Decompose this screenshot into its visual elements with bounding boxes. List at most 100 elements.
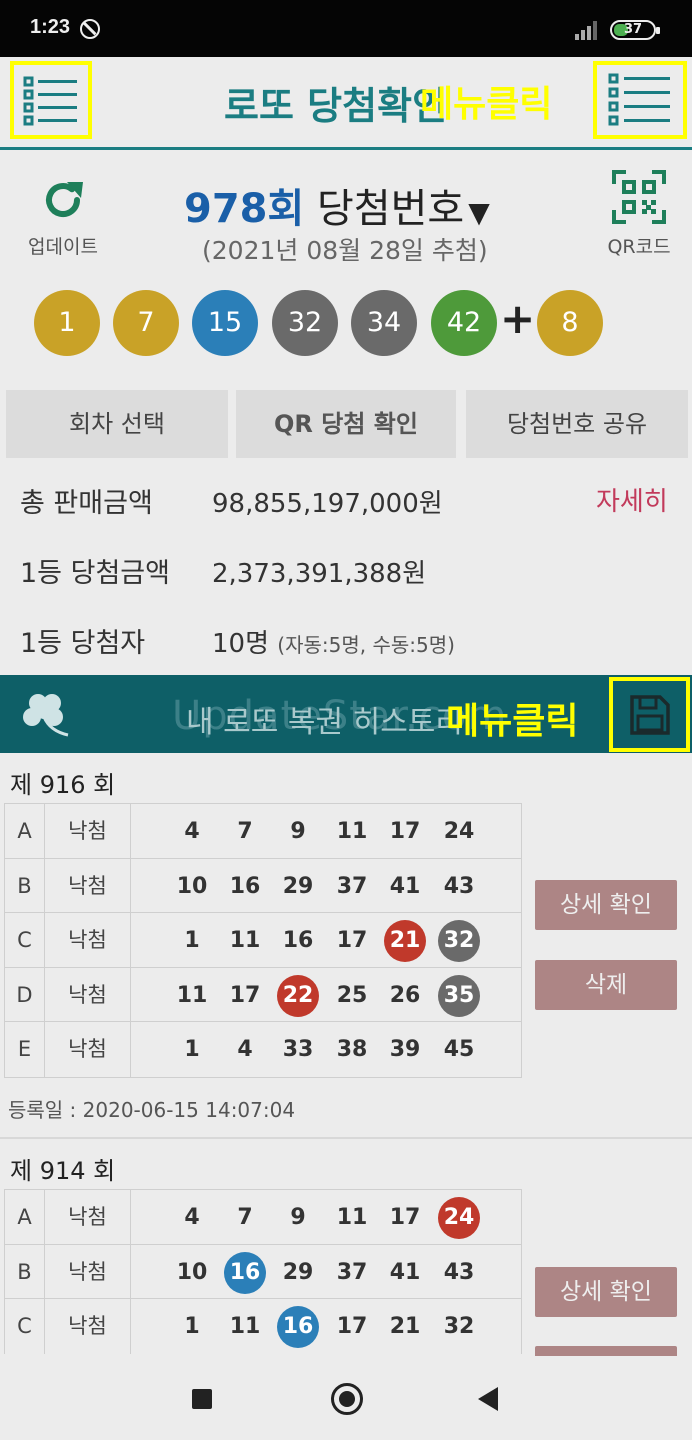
round-number: 978회 xyxy=(184,186,305,232)
total-sales-label: 총 판매금액 xyxy=(20,488,153,519)
matched-number: 16 xyxy=(277,1306,319,1349)
row-result: 낙첨 xyxy=(45,1299,131,1354)
ticket-number: 37 xyxy=(336,1259,368,1285)
share-numbers-button[interactable]: 당첨번호 공유 xyxy=(466,390,688,458)
row-letter: D xyxy=(5,967,45,1022)
first-winners-row: 1등 당첨자 10명 (자동:5명, 수동:5명) xyxy=(0,605,692,675)
update-label: 업데이트 xyxy=(28,236,98,258)
dropdown-arrow-icon: ▼ xyxy=(468,196,490,229)
ticket-number: 17 xyxy=(336,928,368,954)
ticket-number: 25 xyxy=(336,982,368,1008)
winning-numbers: 1 7 15 32 34 42 +8 xyxy=(34,290,634,356)
first-winners-detail: (자동:5명, 수동:5명) xyxy=(277,633,455,657)
ticket-number: 11 xyxy=(336,1205,368,1230)
delete-button[interactable]: 삭제 xyxy=(535,960,677,1010)
detail-check-button[interactable]: 상세 확인 xyxy=(535,1267,677,1317)
ticket-number: 7 xyxy=(237,1205,253,1230)
left-menu-button[interactable] xyxy=(10,61,92,139)
recent-apps-icon[interactable] xyxy=(192,1389,212,1409)
row-letter: C xyxy=(5,913,45,967)
ticket-number: 43 xyxy=(443,1259,475,1285)
ticket-number: 11 xyxy=(229,928,261,954)
draw-section: 업데이트 978회 당첨번호 ▼ (2021년 08월 28일 추첨) QR코드 … xyxy=(0,150,692,390)
matched-number: 24 xyxy=(438,1197,480,1239)
ticket-number: 43 xyxy=(443,873,475,899)
save-button[interactable] xyxy=(609,677,690,752)
lotto-ball: 15 xyxy=(192,290,258,356)
matched-number: 16 xyxy=(224,1251,266,1294)
ticket-grid: A 낙첨 4 7 9 11 17 24 B 낙첨 10 16 29 37 41 43 C 낙첨 1 11 16 17 21 3… xyxy=(4,1189,522,1354)
first-prize-label: 1등 당첨금액 xyxy=(20,558,170,589)
ticket-number: 10 xyxy=(176,1259,208,1285)
right-menu-button[interactable] xyxy=(593,61,687,139)
app-header: 로또 당첨확인 메뉴클릭 xyxy=(0,57,692,150)
history-bar: UpdateStar.com 내 로또 복권 히스토리 메뉴클릭 xyxy=(0,675,692,753)
update-button[interactable]: 업데이트 xyxy=(18,176,108,259)
row-letter: A xyxy=(5,1190,45,1244)
row-letter: B xyxy=(5,858,45,913)
row-letter: E xyxy=(5,1022,45,1077)
ticket-number: 1 xyxy=(184,928,200,954)
ticket-title: 제 914 회 xyxy=(10,1157,116,1185)
registration-date: 등록일 : 2020-06-15 14:07:04 xyxy=(8,1098,296,1122)
detail-check-button[interactable]: 상세 확인 xyxy=(535,880,677,930)
action-buttons: 회차 선택 QR 당첨 확인 당첨번호 공유 xyxy=(0,390,692,462)
qr-check-button[interactable]: QR 당첨 확인 xyxy=(236,390,456,458)
ticket-number: 16 xyxy=(229,873,261,899)
ticket-number: 17 xyxy=(229,982,261,1008)
qr-code-button[interactable]: QR코드 xyxy=(600,170,678,259)
ticket-card: 제 916 회 A 낙첨 4 7 9 11 17 24 B 낙첨 10 16 29 37 41 43 C 낙첨 1 1… xyxy=(0,753,692,1138)
app-title: 로또 당첨확인 xyxy=(224,84,447,128)
first-winners-count: 10명 xyxy=(212,629,270,659)
back-icon[interactable] xyxy=(478,1387,498,1411)
prize-info: 총 판매금액 98,855,197,000원 자세히 1등 당첨금액 2,373… xyxy=(0,465,692,675)
ticket-title: 제 916 회 xyxy=(10,771,116,799)
lotto-ball: 42 xyxy=(431,290,497,356)
ticket-number: 37 xyxy=(336,873,368,899)
row-result: 낙첨 xyxy=(45,858,131,913)
row-result: 낙첨 xyxy=(45,1244,131,1299)
ticket-row: B 낙첨 10 16 29 37 41 43 xyxy=(5,858,521,914)
ticket-number: 32 xyxy=(443,1314,475,1340)
row-result: 낙첨 xyxy=(45,804,131,858)
round-text: 당첨번호 xyxy=(317,186,465,232)
ticket-number: 16 xyxy=(282,928,314,954)
first-winners-label: 1등 당첨자 xyxy=(20,628,146,659)
ticket-row: C 낙첨 1 11 16 17 21 32 xyxy=(5,1299,521,1354)
lotto-ball: 7 xyxy=(113,290,179,356)
history-title: 내 로또 복권 히스토리 xyxy=(186,705,464,740)
select-round-button[interactable]: 회차 선택 xyxy=(6,390,228,458)
ticket-number: 1 xyxy=(184,1314,200,1340)
matched-number: 22 xyxy=(277,974,319,1017)
status-time: 1:23 xyxy=(30,16,71,38)
detail-link[interactable]: 자세히 xyxy=(596,481,668,518)
ticket-number: 9 xyxy=(290,819,306,844)
ticket-number: 24 xyxy=(443,819,475,844)
signal-icon xyxy=(575,20,601,40)
ticket-row: A 낙첨 4 7 9 11 17 24 xyxy=(5,1190,521,1245)
partial-button[interactable] xyxy=(535,1346,677,1356)
row-result: 낙첨 xyxy=(45,967,131,1022)
bonus-ball: 8 xyxy=(537,290,603,356)
round-selector[interactable]: 978회 당첨번호 ▼ xyxy=(184,176,490,234)
ticket-number: 41 xyxy=(389,1259,421,1285)
row-result: 낙첨 xyxy=(45,1022,131,1077)
total-sales-value: 98,855,197,000원 xyxy=(212,489,443,519)
list-menu-icon xyxy=(608,73,670,126)
floppy-disk-icon xyxy=(629,694,670,735)
home-icon[interactable] xyxy=(331,1383,363,1415)
ticket-number: 4 xyxy=(237,1037,253,1063)
ticket-row: C 낙첨 1 11 16 17 21 32 xyxy=(5,913,521,968)
lotto-ball: 1 xyxy=(34,290,100,356)
ticket-row: A 낙첨 4 7 9 11 17 24 xyxy=(5,804,521,859)
plus-icon: + xyxy=(500,294,536,343)
ticket-number: 11 xyxy=(229,1314,261,1340)
row-result: 낙첨 xyxy=(45,913,131,967)
first-prize-value: 2,373,391,388원 xyxy=(212,559,427,589)
draw-date: (2021년 08월 28일 추첨) xyxy=(202,236,488,265)
matched-number: 35 xyxy=(438,974,480,1017)
qr-code-label: QR코드 xyxy=(607,236,671,258)
ticket-card: 제 914 회 A 낙첨 4 7 9 11 17 24 B 낙첨 10 16 29 37 41 43 C 낙첨 1 1… xyxy=(0,1139,692,1356)
qr-code-icon xyxy=(612,170,666,224)
ticket-number: 29 xyxy=(282,1259,314,1285)
